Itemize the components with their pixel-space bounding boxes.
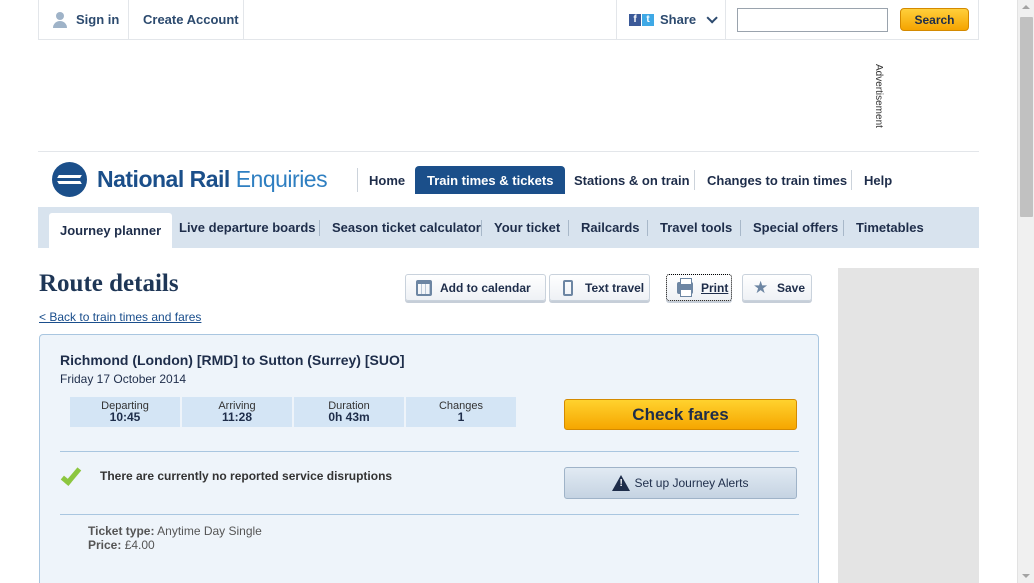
save-label: Save	[777, 280, 806, 295]
vertical-scrollbar[interactable]	[1017, 0, 1034, 583]
journey-stats: Departing 10:45 Arriving 11:28 Duration …	[70, 397, 516, 427]
share-button[interactable]: f t Share	[629, 0, 718, 39]
stat-duration: Duration 0h 43m	[294, 397, 404, 427]
nav-help[interactable]: Help	[852, 166, 904, 194]
sign-in-label: Sign in	[76, 12, 120, 27]
journey-alerts-label: Set up Journey Alerts	[634, 476, 749, 490]
logo-suffix: Enquiries	[235, 166, 328, 192]
warning-icon	[612, 475, 631, 491]
stat-changes: Changes 1	[406, 397, 516, 427]
national-rail-logo-icon	[52, 162, 87, 197]
scrollbar-thumb[interactable]	[1020, 17, 1033, 217]
scroll-up-arrow-icon[interactable]	[1022, 5, 1030, 9]
mobile-phone-icon	[563, 279, 573, 296]
text-travel-button[interactable]: Text travel	[549, 274, 650, 301]
logo-name: National Rail	[97, 166, 230, 192]
page-title: Route details	[39, 270, 179, 297]
nav-changes-to-train-times[interactable]: Changes to train times	[695, 166, 859, 194]
tab-your-ticket[interactable]: Your ticket	[494, 207, 560, 248]
search-button[interactable]: Search	[900, 8, 969, 31]
ticket-info: Ticket type: Anytime Day Single Price: £…	[88, 524, 262, 552]
stat-value: 0h 43m	[328, 410, 370, 424]
sign-in-link[interactable]: Sign in	[52, 0, 119, 39]
calendar-icon	[416, 279, 432, 296]
share-label: Share	[660, 12, 697, 27]
twitter-icon: t	[642, 13, 654, 26]
tab-live-departure-boards[interactable]: Live departure boards	[179, 207, 316, 248]
check-fares-button[interactable]: Check fares	[564, 399, 797, 430]
printer-icon	[677, 277, 693, 297]
tab-travel-tools[interactable]: Travel tools	[660, 207, 732, 248]
route-heading: Richmond (London) [RMD] to Sutton (Surre…	[60, 352, 405, 368]
scroll-down-arrow-icon[interactable]	[1022, 574, 1030, 578]
price-label: Price:	[88, 538, 122, 552]
ticket-type-value: Anytime Day Single	[157, 524, 262, 538]
facebook-icon: f	[629, 13, 641, 26]
stat-departing: Departing 10:45	[70, 397, 180, 427]
main-header: National Rail Enquiries Home Train times…	[38, 151, 979, 207]
add-to-calendar-button[interactable]: Add to calendar	[405, 274, 546, 301]
journey-date: Friday 17 October 2014	[60, 372, 187, 386]
print-label: Print	[701, 280, 729, 295]
tab-season-ticket-calculator[interactable]: Season ticket calculator	[332, 207, 481, 248]
stat-value: 11:28	[221, 410, 253, 424]
stat-value: 10:45	[109, 410, 141, 424]
text-travel-label: Text travel	[585, 280, 645, 295]
nav-stations-on-train[interactable]: Stations & on train	[562, 166, 702, 194]
journey-summary-card: Richmond (London) [RMD] to Sutton (Surre…	[39, 334, 819, 583]
stat-arriving: Arriving 11:28	[182, 397, 292, 427]
add-to-calendar-label: Add to calendar	[440, 280, 531, 295]
journey-alerts-button[interactable]: Set up Journey Alerts	[564, 467, 797, 499]
stat-value: 1	[457, 410, 465, 424]
user-icon	[52, 11, 68, 28]
tab-railcards[interactable]: Railcards	[581, 207, 640, 248]
checkmark-icon	[60, 464, 82, 486]
nav-train-times-tickets[interactable]: Train times & tickets	[415, 166, 566, 194]
nav-home[interactable]: Home	[357, 166, 417, 194]
print-button[interactable]: Print	[666, 274, 732, 301]
tab-timetables[interactable]: Timetables	[856, 207, 924, 248]
price-value: £4.00	[124, 538, 155, 552]
disruption-status: There are currently no reported service …	[100, 469, 393, 483]
utility-bar: Sign in Create Account f t Share Search	[38, 0, 979, 40]
advertisement-label: Advertisement	[873, 64, 884, 128]
tab-special-offers[interactable]: Special offers	[753, 207, 838, 248]
side-advert-panel	[838, 268, 979, 583]
star-icon: ★	[753, 277, 769, 297]
tab-journey-planner[interactable]: Journey planner	[49, 213, 173, 248]
social-icons: f t	[629, 13, 654, 26]
create-account-link[interactable]: Create Account	[143, 0, 239, 39]
sub-navigation: Journey planner Live departure boards Se…	[38, 207, 979, 248]
save-button[interactable]: ★ Save	[742, 274, 812, 301]
back-link[interactable]: < Back to train times and fares	[39, 310, 201, 324]
chevron-down-icon	[706, 11, 718, 24]
logo[interactable]: National Rail Enquiries	[52, 162, 328, 197]
ticket-type-label: Ticket type:	[88, 524, 155, 538]
search-input[interactable]	[737, 8, 888, 32]
